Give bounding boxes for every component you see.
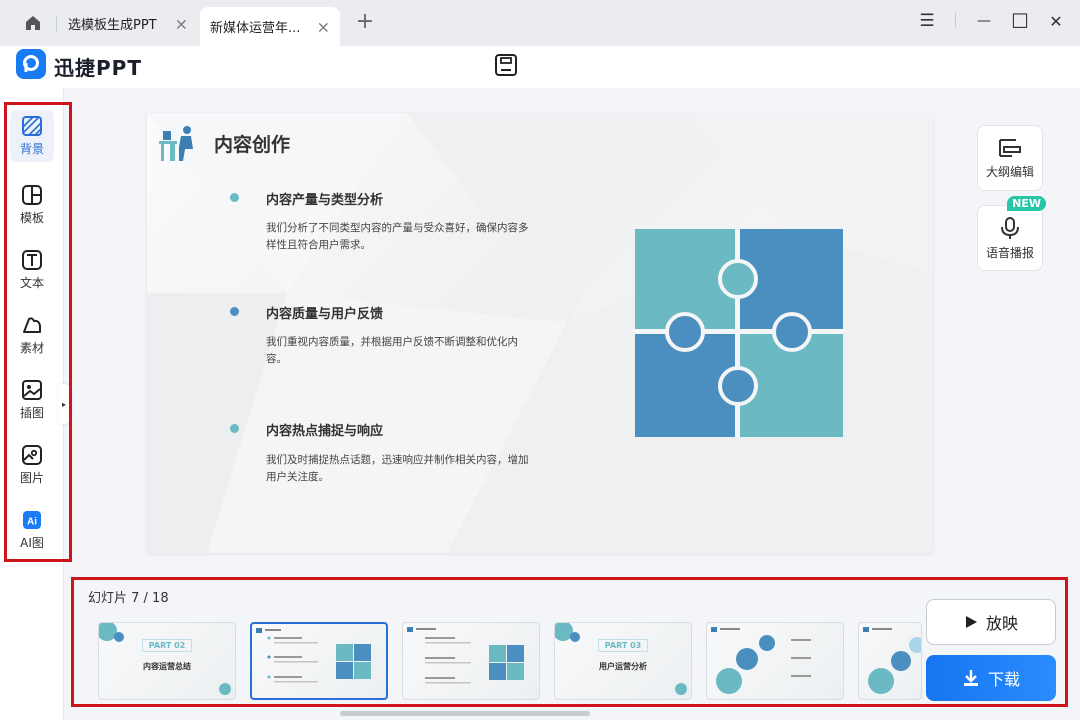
app-header: 迅捷PPT xyxy=(0,46,1080,88)
outline-edit-label: 大纲编辑 xyxy=(985,164,1034,179)
slide-counter: 幻灯片 7 / 18 xyxy=(88,591,169,606)
template-icon xyxy=(22,185,42,205)
menu-button[interactable]: ☰ xyxy=(912,8,942,34)
sidebar-item-illustration[interactable]: 插图 xyxy=(10,374,54,426)
thumb-part: PART 03 xyxy=(555,639,691,652)
sidebar-collapse-button[interactable]: ▸ xyxy=(58,384,70,424)
thumb-decoration xyxy=(219,683,231,695)
sidebar-item-image[interactable]: 图片 xyxy=(10,439,54,491)
point-heading: 内容质量与用户反馈 xyxy=(266,307,384,322)
thumb-decoration xyxy=(675,683,687,695)
image-icon xyxy=(22,445,42,465)
ai-image-icon: Ai xyxy=(23,511,41,529)
bullet-dot xyxy=(230,307,239,316)
point-heading: 内容热点捕捉与响应 xyxy=(266,424,384,439)
thumb-preview xyxy=(256,628,371,683)
home-button[interactable] xyxy=(10,7,56,39)
play-icon xyxy=(965,616,977,628)
download-icon xyxy=(963,670,978,686)
sidebar-item-label: 文本 xyxy=(19,276,44,290)
slide-thumbnail[interactable] xyxy=(858,622,922,700)
thumb-preview xyxy=(863,627,921,694)
sidebar-item-background[interactable]: 背景 xyxy=(10,110,54,162)
tab-close-icon[interactable]: × xyxy=(175,14,188,33)
home-icon xyxy=(26,16,40,30)
tab-new-media-doc[interactable]: 新媒体运营年... × xyxy=(200,7,340,46)
tab-close-icon[interactable]: × xyxy=(317,17,330,36)
bullet-dot xyxy=(230,424,239,433)
save-icon[interactable] xyxy=(494,53,518,77)
material-icon xyxy=(23,317,41,333)
thumb-title: 用户运营分析 xyxy=(599,662,647,671)
play-button[interactable]: 放映 xyxy=(926,599,1056,645)
slide-title: 内容创作 xyxy=(214,134,291,156)
background-icon xyxy=(22,116,42,136)
slide-thumbnail[interactable]: PART 03 用户运营分析 xyxy=(554,622,692,700)
tab-label: 新媒体运营年... xyxy=(210,21,301,36)
slide-thumbnail[interactable] xyxy=(402,622,540,700)
sidebar-item-ai-image[interactable]: Ai AI图 xyxy=(10,504,54,556)
point-body: 我们重视内容质量，并根据用户反馈不断调整和优化内容。 xyxy=(266,336,518,365)
sidebar-item-label: 插图 xyxy=(19,406,44,420)
sidebar-item-label: 模板 xyxy=(19,211,44,225)
sidebar-item-label: AI图 xyxy=(20,536,44,550)
divider xyxy=(955,12,956,28)
left-toolbar: 背景 模板 文本 素材 插图 图片 Ai AI图 xyxy=(0,88,64,720)
thumb-title: 内容运营总结 xyxy=(143,662,191,671)
maximize-button[interactable]: ☐ xyxy=(1005,8,1035,34)
sidebar-item-label: 背景 xyxy=(19,142,44,156)
download-button[interactable]: 下载 xyxy=(926,655,1056,701)
text-icon xyxy=(22,250,42,270)
close-window-button[interactable]: ✕ xyxy=(1041,8,1071,34)
minimize-button[interactable]: — xyxy=(969,8,999,34)
puzzle-graphic xyxy=(634,228,844,438)
slide-thumbnail[interactable]: PART 02 内容运营总结 xyxy=(98,622,236,700)
new-badge: NEW xyxy=(1007,196,1046,211)
tab-template-generate[interactable]: 选模板生成PPT × xyxy=(56,7,198,40)
voice-broadcast-button[interactable]: NEW 语音播报 xyxy=(977,196,1046,271)
microphone-icon xyxy=(1001,216,1019,239)
tab-label: 选模板生成PPT xyxy=(68,18,157,33)
sidebar-item-material[interactable]: 素材 xyxy=(10,309,54,361)
illustration-icon xyxy=(22,380,42,400)
slide-thumbnail-current[interactable] xyxy=(250,622,388,700)
point-body: 我们分析了不同类型内容的产量与受众喜好，确保内容多样性且符合用户需求。 xyxy=(266,222,529,251)
point-heading: 内容产量与类型分析 xyxy=(266,193,384,208)
logo-icon xyxy=(16,49,46,79)
strip-scrollbar[interactable] xyxy=(340,711,590,716)
voice-broadcast-label: 语音播报 xyxy=(985,245,1034,260)
slide-canvas[interactable]: 内容创作 内容产量与类型分析 我们分析了不同类型内容的产量与受众喜好，确保内容多… xyxy=(147,113,933,553)
sidebar-item-text[interactable]: 文本 xyxy=(10,244,54,296)
play-label: 放映 xyxy=(985,614,1018,633)
sidebar-item-template[interactable]: 模板 xyxy=(10,179,54,231)
sidebar-item-label: 素材 xyxy=(19,341,44,355)
thumb-preview xyxy=(407,627,524,684)
point-body: 我们及时捕捉热点话题，迅速响应并制作相关内容，增加用户关注度。 xyxy=(266,454,529,483)
outline-icon xyxy=(999,138,1021,157)
thumb-part: PART 02 xyxy=(99,639,235,652)
desk-worker-icon xyxy=(159,126,193,161)
slide-thumbnail[interactable] xyxy=(706,622,844,700)
bullet-dot xyxy=(230,193,239,202)
thumb-preview xyxy=(711,627,811,694)
tab-bar: 选模板生成PPT × 新媒体运营年... × + ☰ — ☐ ✕ xyxy=(0,0,1080,46)
svg-text:Ai: Ai xyxy=(27,517,37,528)
download-label: 下载 xyxy=(987,670,1020,689)
app-name: 迅捷PPT xyxy=(54,56,142,80)
add-tab-button[interactable]: + xyxy=(352,9,378,35)
outline-edit-button[interactable]: 大纲编辑 xyxy=(977,125,1043,191)
sidebar-item-label: 图片 xyxy=(19,471,44,485)
